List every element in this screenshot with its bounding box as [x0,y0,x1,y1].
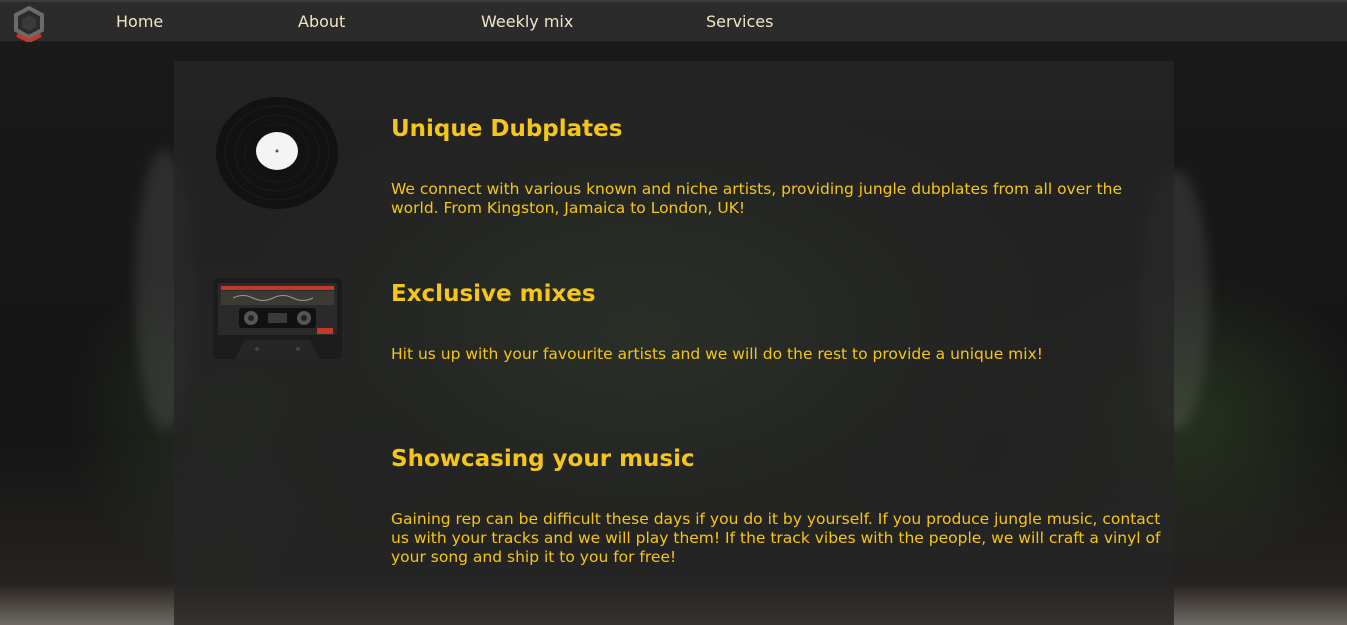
service-title-dubplates: Unique Dubplates [391,116,623,142]
service-title-mixes: Exclusive mixes [391,281,596,307]
nav-home[interactable]: Home [116,12,163,31]
service-text-dubplates: We connect with various known and niche … [391,180,1122,217]
service-title-showcase: Showcasing your music [391,446,695,472]
nav-weekly-mix[interactable]: Weekly mix [481,12,573,31]
nav-services[interactable]: Services [706,12,773,31]
cassette-tape-icon [213,278,342,359]
navbar: Home About Weekly mix Services [0,0,1347,44]
hexagon-logo-icon[interactable] [12,5,46,44]
vinyl-record-icon [215,96,339,210]
service-text-showcase: Gaining rep can be difficult these days … [391,510,1161,566]
service-text-mixes: Hit us up with your favourite artists an… [391,345,1043,363]
nav-about[interactable]: About [298,12,345,31]
